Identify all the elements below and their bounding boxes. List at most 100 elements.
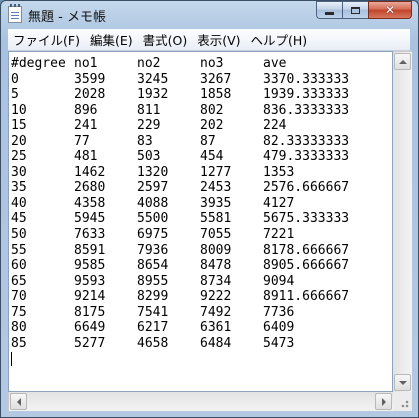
data-row: 25 481 503 454 479.3333333 — [11, 149, 358, 165]
scroll-left-button[interactable] — [10, 393, 27, 410]
header-cell: #degree — [11, 56, 66, 71]
data-cell: 241 — [74, 118, 98, 134]
data-cell: 77 — [74, 133, 90, 149]
data-row: 10 896 811 802 836.3333333 — [11, 103, 358, 119]
data-cell: 1932 — [137, 87, 169, 103]
data-cell: 75 — [11, 304, 27, 320]
notepad-icon[interactable] — [8, 4, 22, 23]
data-row: 55 8591 7936 8009 8178.666667 — [11, 243, 358, 259]
resize-grip[interactable] — [393, 392, 412, 411]
data-cell: 30 — [11, 164, 27, 180]
data-cell: 5581 — [200, 211, 232, 227]
data-cell: 4358 — [74, 195, 106, 211]
data-cell: 6409 — [263, 320, 295, 336]
data-cell: 2680 — [74, 180, 106, 196]
menu-help[interactable]: ヘルプ(H) — [246, 30, 313, 49]
data-cell: 479.3333333 — [263, 149, 350, 165]
menu-format[interactable]: 書式(O) — [138, 30, 193, 49]
data-cell: 10 — [11, 102, 27, 118]
data-row: 15 241 229 202 224 — [11, 118, 358, 134]
menu-view[interactable]: 表示(V) — [192, 30, 245, 49]
close-icon: ✕ — [384, 3, 396, 17]
data-cell: 811 — [137, 102, 161, 118]
data-cell: 6649 — [74, 320, 106, 336]
data-cell: 55 — [11, 242, 27, 258]
data-cell: 8734 — [200, 273, 232, 289]
data-cell: 229 — [137, 118, 161, 134]
data-cell: 0 — [11, 71, 19, 87]
data-cell: 3935 — [200, 195, 232, 211]
data-cell: 4088 — [137, 195, 169, 211]
data-cell: 15 — [11, 118, 27, 134]
data-cell: 70 — [11, 289, 27, 305]
text-editor[interactable]: #degree no1 no2 no3 ave 0 3599 3245 3267 337… — [8, 51, 393, 392]
data-cell: 202 — [200, 118, 224, 134]
vertical-scrollbar[interactable] — [393, 51, 412, 392]
data-cell: 83 — [137, 133, 153, 149]
cursor-line — [11, 351, 358, 367]
data-cell: 1939.333333 — [263, 87, 350, 103]
data-cell: 8955 — [137, 273, 169, 289]
data-cell: 2576.666667 — [263, 180, 350, 196]
data-cell: 9094 — [263, 273, 295, 289]
text-content[interactable]: #degree no1 no2 no3 ave 0 3599 3245 3267 337… — [11, 56, 358, 367]
data-cell: 9222 — [200, 289, 232, 305]
data-cell: 40 — [11, 195, 27, 211]
data-cell: 25 — [11, 149, 27, 165]
data-cell: 8009 — [200, 242, 232, 258]
data-cell: 9214 — [74, 289, 106, 305]
data-cell: 2028 — [74, 87, 106, 103]
data-cell: 50 — [11, 227, 27, 243]
data-row: 40 4358 4088 3935 4127 — [11, 196, 358, 212]
scroll-down-button[interactable] — [394, 374, 411, 391]
data-cell: 836.3333333 — [263, 102, 350, 118]
data-cell: 5473 — [263, 335, 295, 351]
data-cell: 503 — [137, 149, 161, 165]
data-cell: 802 — [200, 102, 224, 118]
data-cell: 8175 — [74, 304, 106, 320]
data-row: 80 6649 6217 6361 6409 — [11, 320, 358, 336]
title-bar[interactable]: 無題 - メモ帳 ✕ — [1, 1, 418, 29]
data-cell: 65 — [11, 273, 27, 289]
data-cell: 87 — [200, 133, 216, 149]
data-cell: 8478 — [200, 258, 232, 274]
data-cell: 20 — [11, 133, 27, 149]
data-cell: 3267 — [200, 71, 232, 87]
close-button[interactable]: ✕ — [368, 1, 412, 19]
data-cell: 5675.333333 — [263, 211, 350, 227]
data-cell: 1353 — [263, 164, 295, 180]
data-cell: 6975 — [137, 227, 169, 243]
header-cell: no3 — [200, 56, 224, 71]
data-cell: 5 — [11, 87, 19, 103]
menu-edit[interactable]: 編集(E) — [85, 30, 138, 49]
data-row: 45 5945 5500 5581 5675.333333 — [11, 211, 358, 227]
data-cell: 9593 — [74, 273, 106, 289]
scroll-up-button[interactable] — [394, 53, 411, 70]
scroll-right-button[interactable] — [375, 393, 392, 410]
minimize-button[interactable] — [316, 1, 342, 19]
data-cell: 8905.666667 — [263, 258, 350, 274]
maximize-button[interactable] — [342, 1, 368, 19]
menu-file[interactable]: ファイル(F) — [8, 30, 85, 49]
data-cell: 85 — [11, 335, 27, 351]
arrow-up-icon — [398, 59, 407, 64]
data-cell: 7541 — [137, 304, 169, 320]
data-cell: 5277 — [74, 335, 106, 351]
data-cell: 7055 — [200, 227, 232, 243]
data-cell: 7221 — [263, 227, 295, 243]
data-cell: 2453 — [200, 180, 232, 196]
data-row: 65 9593 8955 8734 9094 — [11, 274, 358, 290]
header-cell: ave — [263, 56, 287, 71]
data-cell: 8654 — [137, 258, 169, 274]
data-row: 35 2680 2597 2453 2576.666667 — [11, 180, 358, 196]
data-row: 70 9214 8299 9222 8911.666667 — [11, 289, 358, 305]
data-row: 50 7633 6975 7055 7221 — [11, 227, 358, 243]
horizontal-scrollbar[interactable] — [8, 392, 393, 411]
data-cell: 2597 — [137, 180, 169, 196]
header-cell: no1 — [74, 56, 98, 71]
data-cell: 7936 — [137, 242, 169, 258]
data-cell: 1277 — [200, 164, 232, 180]
data-cell: 454 — [200, 149, 224, 165]
data-cell: 35 — [11, 180, 27, 196]
notepad-window: 無題 - メモ帳 ✕ ファイル(F) 編集(E) 書式(O) 表示(V) ヘルプ… — [0, 0, 419, 418]
